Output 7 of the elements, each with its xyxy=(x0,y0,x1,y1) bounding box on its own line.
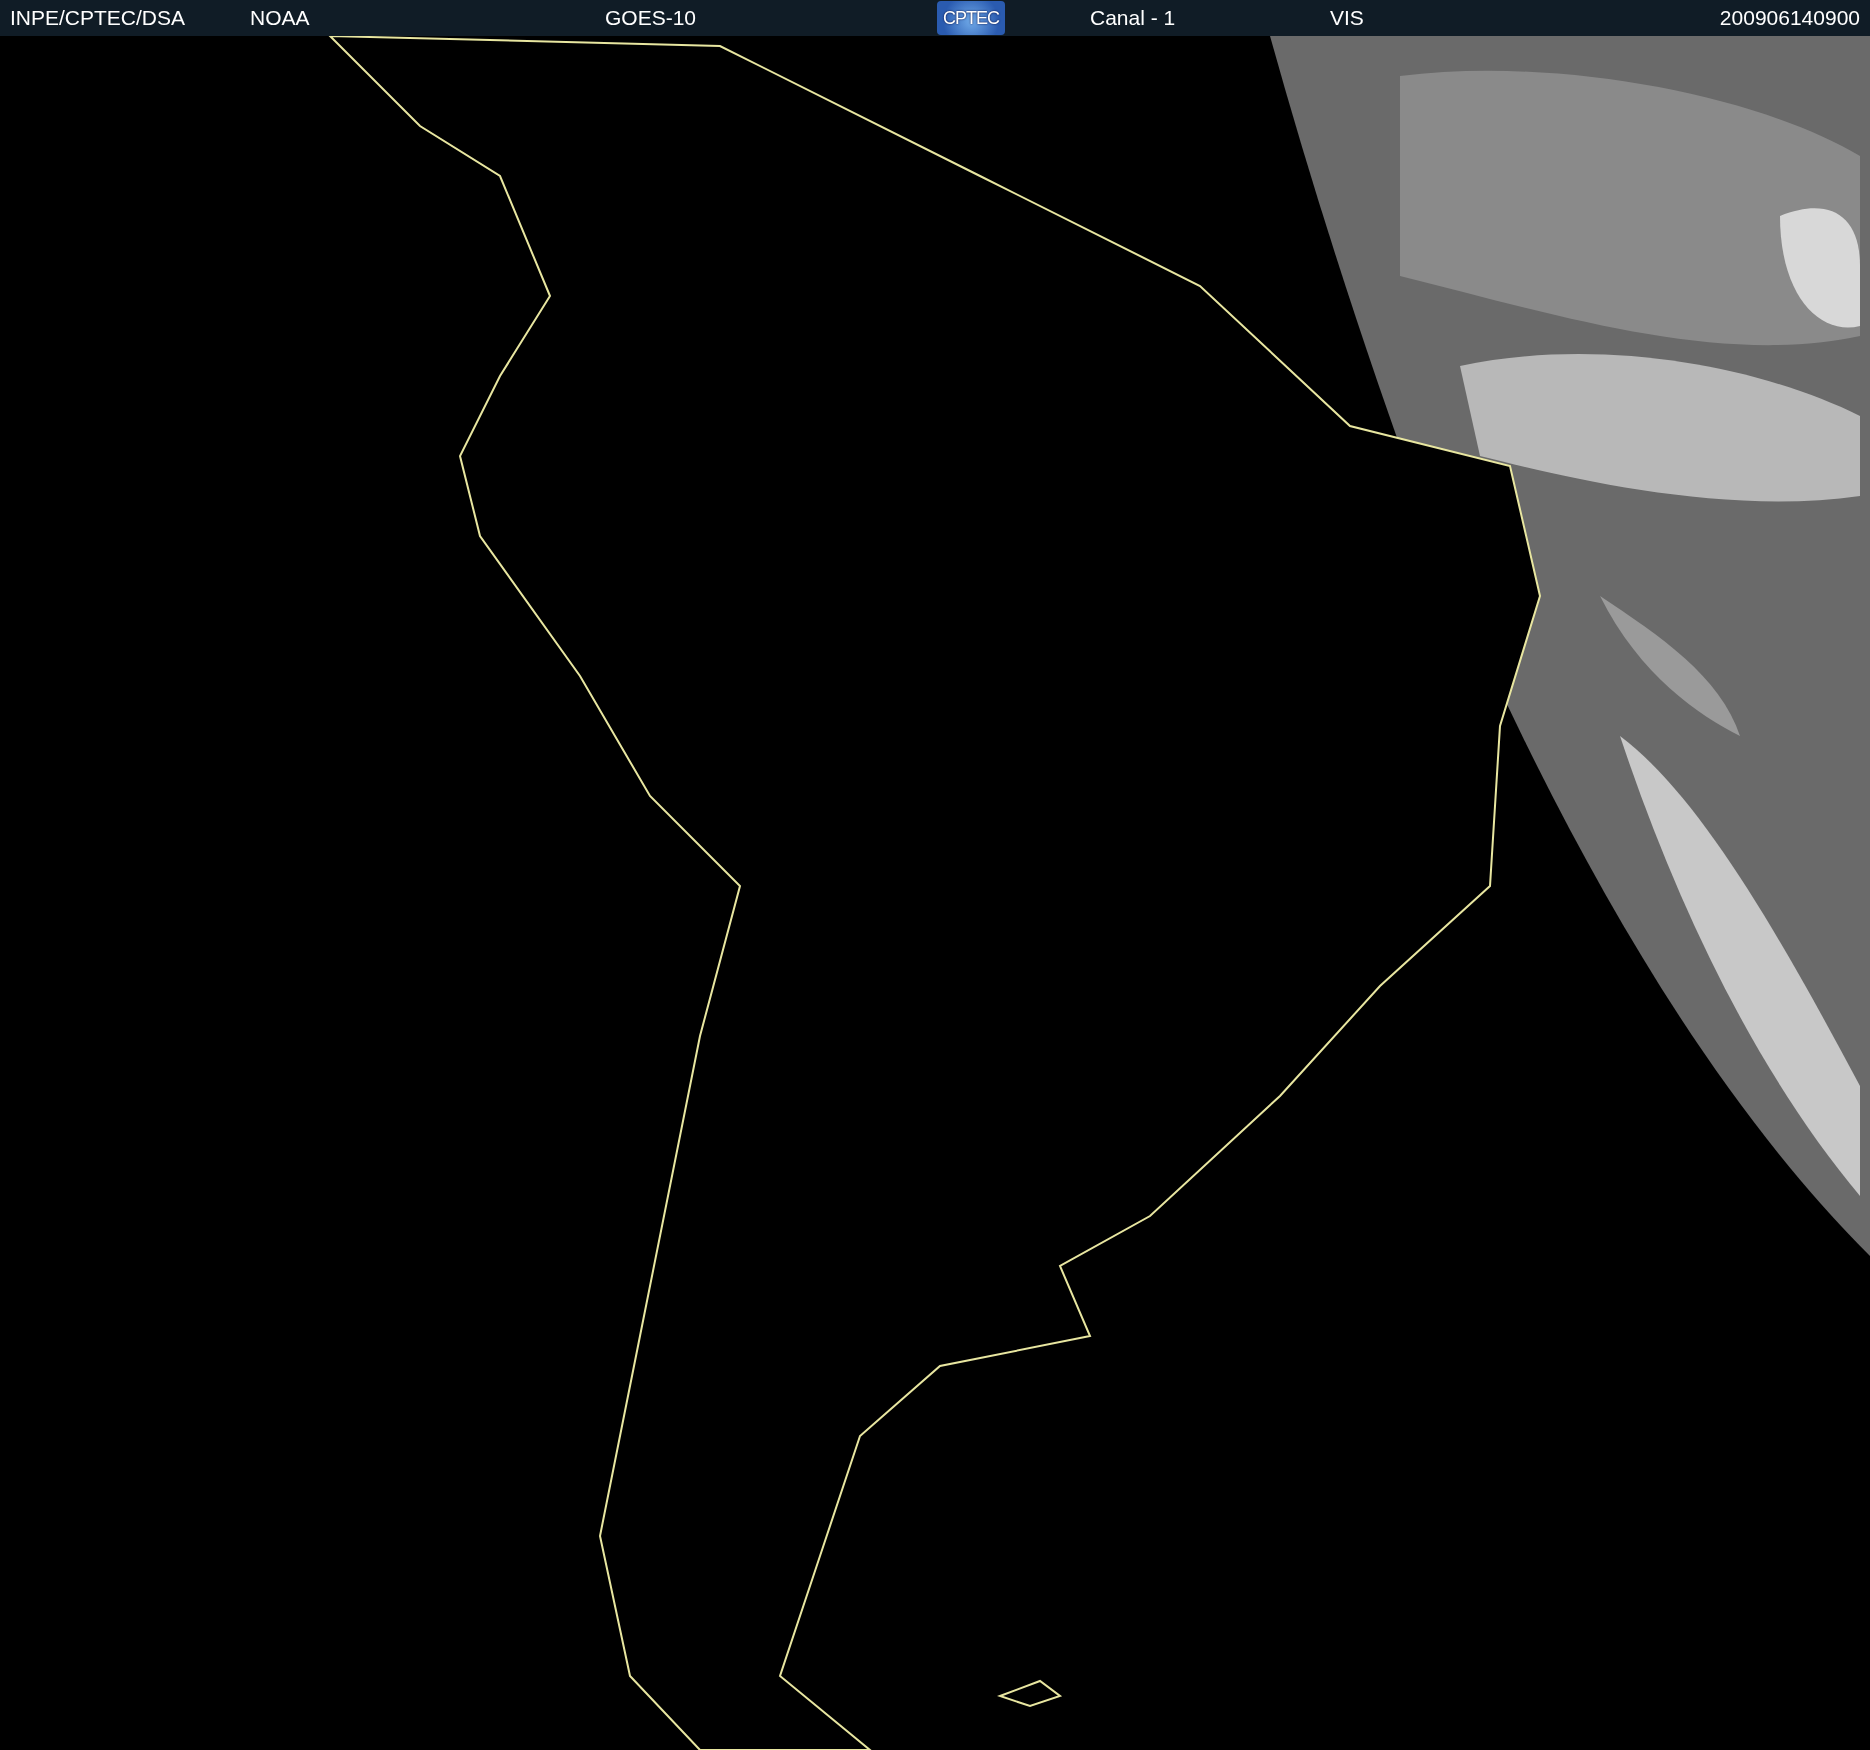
logo: CPTEC xyxy=(937,1,1005,35)
timestamp: 200906140900 xyxy=(1719,6,1860,30)
header-label: Canal - 1 xyxy=(1090,6,1176,30)
header-label: VIS xyxy=(1330,6,1364,30)
header-label: INPE/CPTEC/DSA xyxy=(10,6,186,30)
header-label: GOES-10 xyxy=(605,6,697,30)
header-label: NOAA xyxy=(250,6,310,30)
